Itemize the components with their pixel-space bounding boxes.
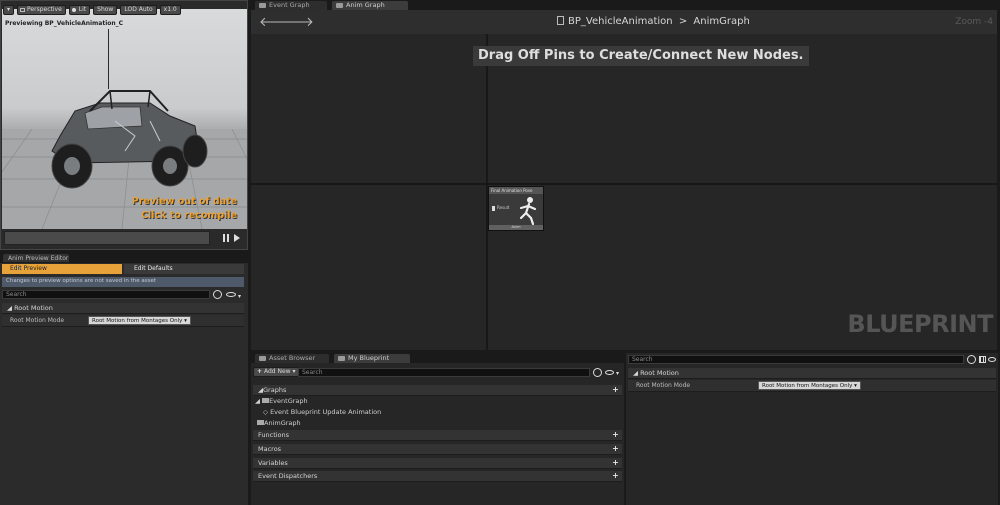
my-blueprint-search-input[interactable]: Search	[298, 368, 590, 377]
lit-icon	[71, 8, 76, 12]
breadcrumb: BP_VehicleAnimation > AnimGraph	[557, 16, 750, 27]
functions-category[interactable]: Functions +	[253, 430, 622, 441]
anim-preview-search-input[interactable]: Search	[2, 290, 210, 299]
breadcrumb-graph[interactable]: AnimGraph	[693, 16, 749, 27]
property-matrix-icon[interactable]	[979, 356, 986, 363]
event-diamond-icon: ◇	[263, 408, 268, 416]
tab-event-graph[interactable]: Event Graph	[254, 0, 328, 10]
root-motion-mode-dropdown[interactable]: Root Motion from Montages Only ▾	[88, 316, 191, 325]
final-animation-pose-node[interactable]: Final Animation Pose Result Anim	[488, 186, 544, 231]
show-button[interactable]: Show	[93, 5, 118, 15]
edit-defaults-toggle[interactable]: Edit Defaults	[124, 264, 244, 274]
blueprint-icon	[557, 16, 564, 25]
pause-icon[interactable]	[223, 234, 229, 242]
my-blueprint-icon	[338, 356, 345, 361]
view-options-icon[interactable]	[988, 357, 996, 362]
viewport-scene[interactable]: Preview out of date Click to recompile	[2, 9, 247, 229]
view-options-chevron-icon[interactable]: ▾	[238, 293, 241, 300]
perspective-icon	[20, 8, 26, 12]
viewport-menu-button[interactable]: ▾	[3, 5, 15, 15]
timeline-bar[interactable]	[4, 231, 210, 245]
search-icon[interactable]	[967, 355, 976, 364]
breadcrumb-asset[interactable]: BP_VehicleAnimation	[568, 16, 673, 27]
graph-icon	[257, 420, 264, 425]
graphs-category[interactable]: ◢Graphs +	[253, 385, 622, 396]
breadcrumb-separator: >	[678, 16, 688, 27]
add-variable-icon[interactable]: +	[612, 459, 619, 467]
vehicle-preview	[51, 90, 208, 189]
variables-category[interactable]: Variables +	[253, 458, 622, 469]
anim-graph-item[interactable]: AnimGraph	[257, 419, 301, 427]
event-update-animation-item[interactable]: ◇ Event Blueprint Update Animation	[263, 408, 381, 416]
out-of-date-text: Preview out of date	[131, 196, 237, 207]
add-new-button[interactable]: + Add New ▾	[253, 367, 300, 377]
graph-hint-text: Drag Off Pins to Create/Connect New Node…	[473, 46, 809, 66]
zoom-level: Zoom -4	[955, 17, 993, 27]
add-function-icon[interactable]: +	[612, 431, 619, 439]
tab-anim-graph[interactable]: Anim Graph	[331, 0, 409, 10]
perspective-button[interactable]: Perspective	[17, 5, 66, 15]
add-icon: +	[257, 368, 263, 375]
root-motion-category[interactable]: ◢ Root Motion	[2, 303, 244, 314]
forward-arrow-icon[interactable]: 🡒	[279, 14, 314, 30]
viewport-toolbar: ▾ Perspective Lit Show LOD Auto x1.0	[3, 5, 181, 17]
tab-asset-browser[interactable]: Asset Browser	[254, 353, 330, 363]
graph-icon	[259, 3, 266, 8]
search-icon[interactable]	[593, 368, 602, 377]
node-title: Final Animation Pose	[489, 187, 543, 194]
anim-preview-editor-tab[interactable]: Anim Preview Editor	[2, 253, 70, 263]
lit-button[interactable]: Lit	[68, 5, 91, 15]
view-options-icon[interactable]	[226, 292, 236, 297]
graph-nav-bar: 🡐 🡒 BP_VehicleAnimation > AnimGraph Zoom…	[251, 10, 997, 34]
click-to-recompile-text: Click to recompile	[140, 210, 237, 221]
details-panel: Search ◢ Root Motion Root Motion Mode Ro…	[626, 353, 998, 505]
tab-my-blueprint[interactable]: My Blueprint	[333, 353, 411, 363]
root-motion-row: Root Motion Mode Root Motion from Montag…	[2, 315, 244, 327]
anim-preview-editor-panel: Edit Preview Edit Defaults Changes to pr…	[0, 263, 248, 505]
preview-info-text: Changes to preview options are not saved…	[2, 277, 244, 287]
my-blueprint-panel: + Add New ▾ Search ▾ ◢Graphs + ◢ EventGra…	[251, 363, 624, 505]
viewport-panel: Preview out of date Click to recompile ▾…	[0, 0, 248, 250]
result-pin-label: Result	[497, 205, 510, 210]
antenna	[108, 29, 109, 89]
add-graph-icon[interactable]: +	[612, 386, 619, 394]
asset-browser-icon	[259, 356, 266, 361]
macros-category[interactable]: Macros +	[253, 444, 622, 455]
view-options-chevron-icon[interactable]: ▾	[616, 370, 619, 377]
details-root-motion-row: Root Motion Mode Root Motion from Montag…	[628, 380, 996, 392]
event-graph-item[interactable]: ◢ EventGraph	[255, 397, 308, 405]
edit-preview-toggle[interactable]: Edit Preview	[2, 264, 122, 274]
event-dispatchers-category[interactable]: Event Dispatchers +	[253, 471, 622, 482]
result-pin[interactable]	[492, 206, 495, 211]
lod-button[interactable]: LOD Auto	[120, 5, 157, 15]
details-root-motion-mode-dropdown[interactable]: Root Motion from Montages Only ▾	[758, 381, 861, 390]
add-macro-icon[interactable]: +	[612, 445, 619, 453]
search-icon[interactable]	[213, 290, 222, 299]
anim-graph-canvas[interactable]: 🡐 🡒 BP_VehicleAnimation > AnimGraph Zoom…	[251, 10, 997, 350]
view-options-icon[interactable]	[605, 370, 614, 375]
details-search-input[interactable]: Search	[628, 355, 964, 364]
recompile-notice[interactable]: Preview out of date Click to recompile	[132, 195, 237, 223]
playback-speed-button[interactable]: x1.0	[159, 5, 181, 15]
node-footer: Anim	[489, 225, 543, 230]
graph-icon	[336, 3, 343, 8]
step-forward-icon[interactable]	[234, 234, 240, 242]
root-motion-mode-label: Root Motion Mode	[10, 317, 65, 324]
running-figure-icon	[519, 197, 537, 226]
previewing-label: Previewing BP_VehicleAnimation_C	[5, 20, 124, 27]
details-root-motion-mode-label: Root Motion Mode	[636, 382, 691, 389]
blueprint-watermark: BLUEPRINT	[847, 310, 993, 338]
details-root-motion-category[interactable]: ◢ Root Motion	[628, 368, 996, 379]
add-event-dispatcher-icon[interactable]: +	[612, 472, 619, 480]
